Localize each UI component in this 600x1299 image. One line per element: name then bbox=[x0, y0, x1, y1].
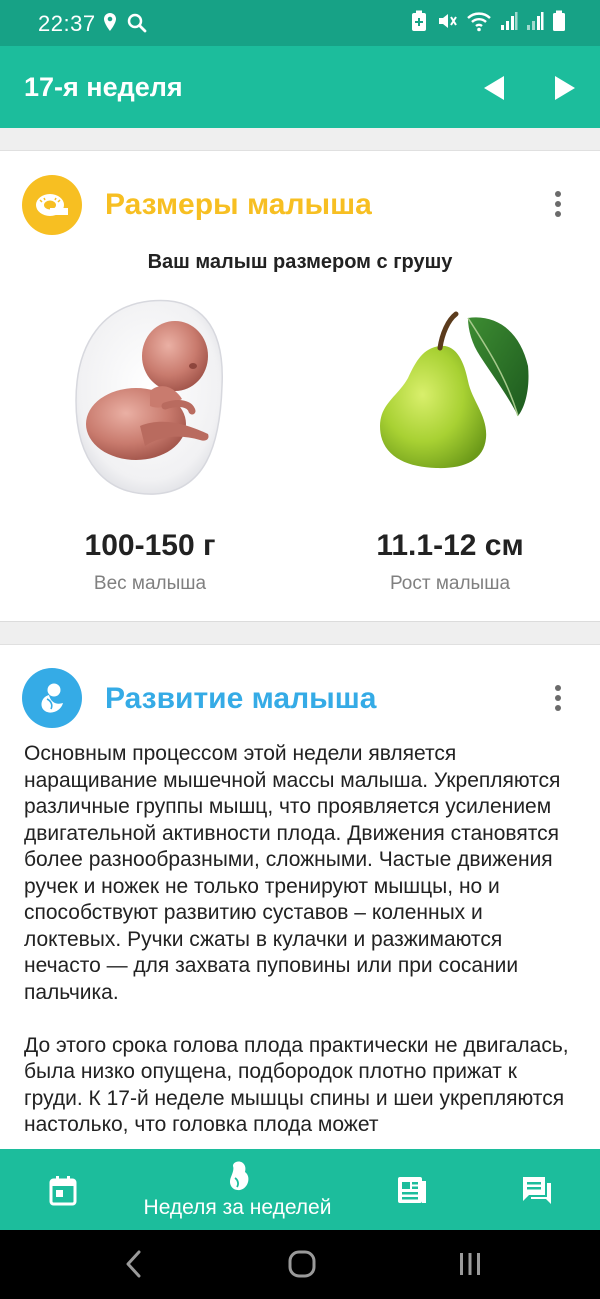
article-paragraph: Основным процессом этой недели является … bbox=[24, 742, 561, 1004]
signal-icon bbox=[500, 11, 518, 36]
system-back-button[interactable] bbox=[114, 1244, 154, 1284]
back-icon bbox=[126, 1250, 141, 1278]
size-comparison-text: Ваш малыш размером с грушу bbox=[147, 251, 453, 273]
bottom-nav-chat[interactable] bbox=[507, 1149, 567, 1230]
baby-icon bbox=[229, 1161, 248, 1190]
fetus-icon bbox=[22, 668, 82, 728]
baby-size-card: Размеры малыша Ваш малыш размером с груш… bbox=[0, 150, 600, 622]
signal-icon-2 bbox=[526, 11, 544, 36]
bottom-nav-week-by-week[interactable]: Неделя за неделей bbox=[130, 1149, 345, 1230]
height-label: Рост малыша bbox=[389, 573, 511, 594]
chat-icon bbox=[523, 1176, 551, 1204]
development-article: Основным процессом этой недели является … bbox=[24, 741, 576, 1163]
app-bar: 17-я неделя bbox=[0, 46, 600, 128]
calendar-icon bbox=[49, 1175, 77, 1205]
height-metric: 11.1-12 см Рост малыша bbox=[300, 529, 600, 595]
mute-icon bbox=[436, 10, 458, 37]
bottom-navigation: Неделя за неделей bbox=[0, 1149, 600, 1230]
bottom-nav-articles[interactable] bbox=[382, 1149, 442, 1230]
pear-illustration bbox=[380, 311, 529, 469]
height-value: 11.1-12 см bbox=[376, 529, 524, 562]
articles-icon bbox=[398, 1176, 426, 1203]
system-home-button[interactable] bbox=[282, 1244, 322, 1284]
weight-metric: 100-150 г Вес малыша bbox=[0, 529, 300, 595]
tape-measure-icon bbox=[22, 175, 82, 235]
battery-icon bbox=[552, 10, 566, 37]
status-bar: 22:37 bbox=[0, 0, 600, 46]
fetus-illustration bbox=[75, 299, 223, 495]
system-recents-button[interactable] bbox=[450, 1244, 490, 1284]
wifi-icon bbox=[466, 10, 492, 37]
home-icon bbox=[288, 1250, 316, 1278]
weight-label: Вес малыша bbox=[93, 573, 207, 594]
bottom-nav-label: Неделя за неделей bbox=[143, 1195, 332, 1219]
development-card-title: Развитие малыша bbox=[105, 682, 377, 715]
recents-icon bbox=[460, 1253, 480, 1275]
arrow-right-icon bbox=[555, 76, 575, 100]
status-time: 22:37 bbox=[38, 11, 96, 36]
bottom-nav-calendar[interactable] bbox=[33, 1149, 93, 1230]
development-card-menu-button[interactable] bbox=[546, 678, 570, 718]
weight-value: 100-150 г bbox=[84, 529, 216, 562]
system-navigation-bar bbox=[0, 1230, 600, 1299]
size-card-menu-button[interactable] bbox=[546, 184, 570, 224]
size-card-title: Размеры малыша bbox=[105, 188, 372, 221]
search-icon bbox=[125, 11, 149, 35]
article-paragraph: До этого срока голова плода практически … bbox=[24, 1033, 569, 1137]
next-week-button[interactable] bbox=[545, 68, 585, 108]
arrow-left-icon bbox=[484, 76, 504, 100]
baby-development-card: Развитие малыша Основным процессом этой … bbox=[0, 644, 600, 1164]
page-title: 17-я неделя bbox=[24, 72, 183, 102]
location-icon bbox=[100, 11, 124, 35]
battery-saver-icon bbox=[410, 10, 428, 37]
previous-week-button[interactable] bbox=[474, 68, 514, 108]
